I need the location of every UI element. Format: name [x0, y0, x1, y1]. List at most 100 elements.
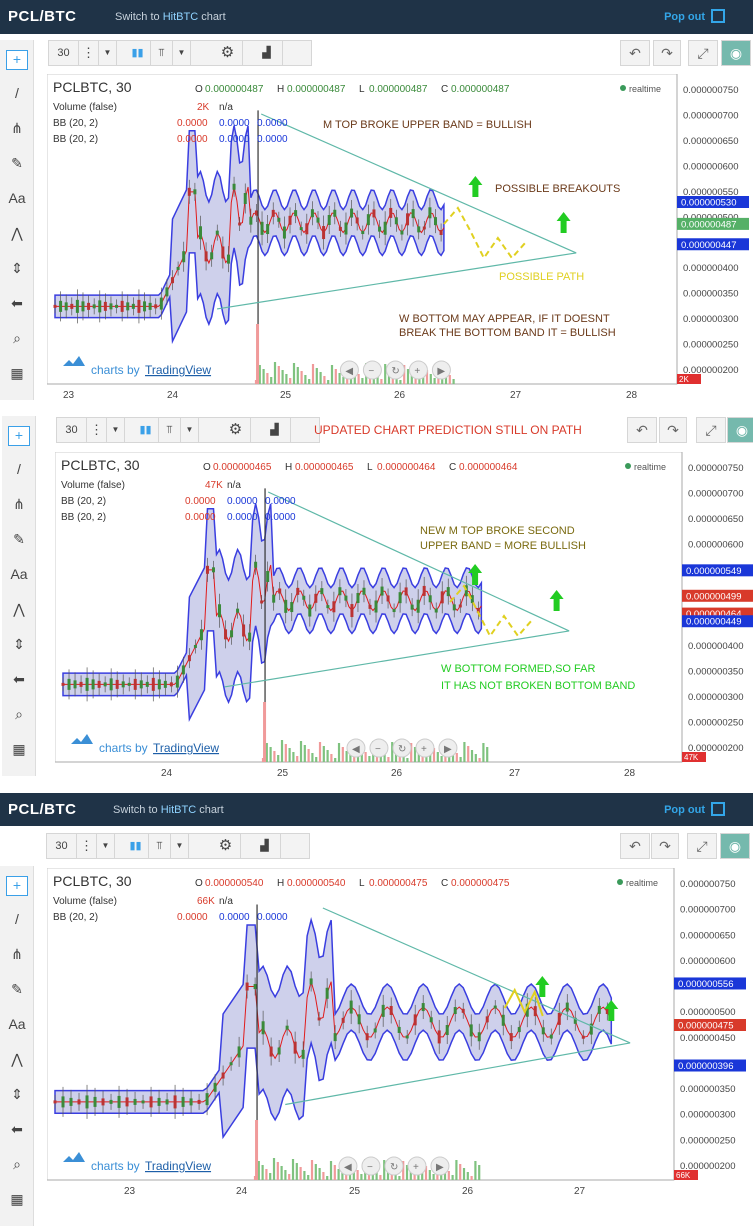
undo-icon[interactable]: ↶ [627, 417, 657, 443]
popout-icon[interactable] [711, 9, 725, 23]
pattern-icon[interactable]: ⋀ [6, 1051, 28, 1071]
undo-icon[interactable]: ↶ [620, 40, 650, 66]
volume-bar [272, 1158, 276, 1180]
text-tool-icon[interactable]: Aa [8, 566, 30, 586]
candle [470, 595, 474, 604]
indicators-icon[interactable]: ⫪ [151, 41, 173, 65]
candle [181, 665, 185, 675]
text-tool-icon[interactable]: Aa [6, 1016, 28, 1036]
ohlc-label: L [359, 84, 365, 95]
ruler-icon[interactable]: ▦ [8, 741, 30, 761]
candle [205, 1093, 209, 1106]
popout-button[interactable]: Pop out [664, 11, 705, 23]
candle [145, 681, 149, 687]
volume-bar [466, 1172, 469, 1180]
candle [133, 678, 137, 690]
tradingview-link[interactable]: TradingView [153, 741, 219, 755]
zoom-icon[interactable]: ⌕ [6, 1156, 28, 1176]
chevron-down-icon[interactable]: ▼ [99, 41, 117, 65]
zoom-icon[interactable]: ⌕ [8, 706, 30, 726]
candle [284, 599, 288, 613]
crosshair-icon[interactable]: + [6, 876, 28, 896]
zoom-icon[interactable]: ⌕ [6, 330, 28, 350]
fullscreen-icon[interactable]: ⤢ [696, 417, 726, 443]
redo-icon[interactable]: ↷ [659, 417, 687, 443]
text-tool-icon[interactable]: Aa [6, 190, 28, 210]
switch-exchange-link[interactable]: Switch to HitBTC chart [115, 11, 226, 23]
bar-chart-icon[interactable]: ▟ [249, 834, 281, 858]
crosshair-icon[interactable]: + [8, 426, 30, 446]
ruler-icon[interactable]: ▦ [6, 1191, 28, 1211]
chart-svg[interactable]: 0.0000007500.0000007000.0000006500.00000… [47, 868, 748, 1212]
popout-icon[interactable] [711, 802, 725, 816]
indicators-icon[interactable]: ⫪ [159, 418, 181, 442]
camera-icon[interactable]: ◉ [720, 833, 750, 859]
crosshair-icon[interactable]: + [6, 50, 28, 70]
redo-icon[interactable]: ↷ [653, 40, 681, 66]
candle [428, 595, 432, 603]
candle [121, 681, 125, 688]
pitchfork-icon[interactable]: ⋔ [6, 946, 28, 966]
gear-icon[interactable]: ⚙ [221, 418, 251, 442]
trendline-icon[interactable]: / [6, 911, 28, 931]
candles-icon[interactable]: ▮▮ [123, 834, 149, 858]
volume-bar [329, 1161, 333, 1180]
chevron-down-icon[interactable]: ▼ [181, 418, 199, 442]
gear-icon[interactable]: ⚙ [211, 834, 241, 858]
more-icon[interactable]: ⋮ [79, 41, 99, 65]
back-arrow-icon[interactable]: ⬅ [6, 1121, 28, 1141]
interval-button[interactable]: 30 [57, 418, 87, 442]
chevron-down-icon[interactable]: ▼ [171, 834, 189, 858]
tradingview-link[interactable]: TradingView [145, 1159, 211, 1173]
bb-value: 0.0000 [219, 118, 250, 129]
ruler-icon[interactable]: ▦ [6, 365, 28, 385]
switch-exchange-link[interactable]: Switch to HitBTC chart [113, 804, 224, 816]
more-icon[interactable]: ⋮ [87, 418, 107, 442]
redo-icon[interactable]: ↷ [651, 833, 679, 859]
interval-button[interactable]: 30 [49, 41, 79, 65]
camera-icon[interactable]: ◉ [721, 40, 751, 66]
candle [117, 1095, 121, 1108]
undo-icon[interactable]: ↶ [620, 833, 650, 859]
candle [410, 604, 414, 610]
camera-icon[interactable]: ◉ [727, 417, 753, 443]
pattern-icon[interactable]: ⋀ [8, 601, 30, 621]
chevron-down-icon[interactable]: ▼ [97, 834, 115, 858]
candle [221, 246, 225, 259]
trendline-icon[interactable]: / [8, 461, 30, 481]
volume-bar [285, 374, 288, 384]
tradingview-link[interactable]: TradingView [145, 363, 211, 377]
fullscreen-icon[interactable]: ⤢ [688, 40, 718, 66]
chevron-down-icon[interactable]: ▼ [107, 418, 125, 442]
measure-icon[interactable]: ⇕ [8, 636, 30, 656]
gear-icon[interactable]: ⚙ [213, 41, 243, 65]
popout-button[interactable]: Pop out [664, 804, 705, 816]
brush-icon[interactable]: ✎ [6, 155, 28, 175]
candles-icon[interactable]: ▮▮ [133, 418, 159, 442]
candle [301, 1049, 305, 1059]
candles-icon[interactable]: ▮▮ [125, 41, 151, 65]
brush-icon[interactable]: ✎ [6, 981, 28, 1001]
candle [405, 1035, 409, 1039]
brush-icon[interactable]: ✎ [8, 531, 30, 551]
indicators-icon[interactable]: ⫪ [149, 834, 171, 858]
bar-chart-icon[interactable]: ▟ [251, 41, 283, 65]
chart-svg[interactable]: 0.0000007500.0000007000.0000006500.00000… [47, 74, 751, 416]
back-arrow-icon[interactable]: ⬅ [6, 295, 28, 315]
measure-icon[interactable]: ⇕ [6, 1086, 28, 1106]
pitchfork-icon[interactable]: ⋔ [8, 496, 30, 516]
chart-svg[interactable]: 0.0000007500.0000007000.0000006500.00000… [55, 452, 753, 794]
more-icon[interactable]: ⋮ [77, 834, 97, 858]
chevron-down-icon[interactable]: ▼ [173, 41, 191, 65]
pattern-icon[interactable]: ⋀ [6, 225, 28, 245]
volume-bar [262, 369, 265, 384]
volume-bar [341, 747, 344, 762]
interval-button[interactable]: 30 [47, 834, 77, 858]
pitchfork-icon[interactable]: ⋔ [6, 120, 28, 140]
volume-bar [276, 1162, 279, 1180]
bar-chart-icon[interactable]: ▟ [259, 418, 291, 442]
measure-icon[interactable]: ⇕ [6, 260, 28, 280]
fullscreen-icon[interactable]: ⤢ [687, 833, 717, 859]
trendline-icon[interactable]: / [6, 85, 28, 105]
back-arrow-icon[interactable]: ⬅ [8, 671, 30, 691]
